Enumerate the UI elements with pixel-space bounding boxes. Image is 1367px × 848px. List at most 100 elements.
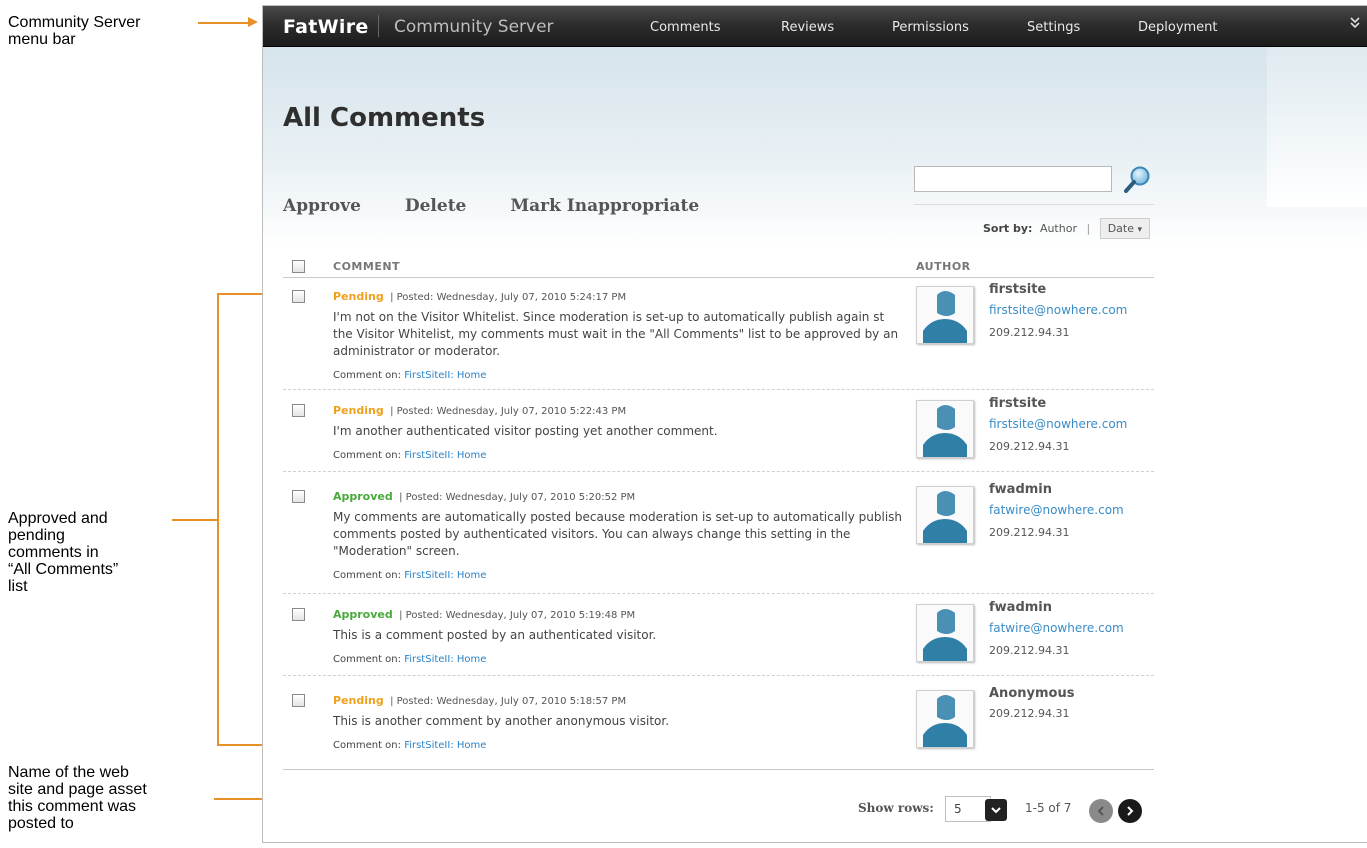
collapse-chevron-icon[interactable] bbox=[1349, 16, 1361, 34]
menu-item-comments[interactable]: Comments bbox=[650, 20, 720, 35]
column-comment: COMMENT bbox=[333, 260, 401, 273]
comment-meta: Pending | Posted: Wednesday, July 07, 20… bbox=[333, 290, 626, 303]
search-input[interactable] bbox=[914, 166, 1112, 192]
delete-button[interactable]: Delete bbox=[405, 196, 467, 216]
author-name[interactable]: fwadmin bbox=[989, 482, 1052, 497]
comment-row: Pending | Posted: Wednesday, July 07, 20… bbox=[283, 686, 1154, 769]
row-checkbox[interactable] bbox=[292, 290, 305, 303]
next-page-icon[interactable] bbox=[1118, 799, 1142, 823]
comment-meta: Approved | Posted: Wednesday, July 07, 2… bbox=[333, 490, 635, 503]
status-badge: Pending bbox=[333, 290, 384, 303]
callout-bracket bbox=[217, 293, 219, 745]
author-ip: 209.212.94.31 bbox=[989, 526, 1070, 539]
posted-date: | Posted: Wednesday, July 07, 2010 5:24:… bbox=[390, 292, 627, 303]
author-ip: 209.212.94.31 bbox=[989, 707, 1070, 720]
author-email[interactable]: firstsite@nowhere.com bbox=[989, 303, 1127, 317]
callout-line bbox=[172, 519, 218, 521]
sort-separator: | bbox=[1086, 222, 1091, 235]
author-name[interactable]: firstsite bbox=[989, 282, 1046, 297]
menu-item-deployment[interactable]: Deployment bbox=[1138, 20, 1218, 35]
author-name[interactable]: Anonymous bbox=[989, 686, 1074, 701]
sort-label: Sort by: bbox=[983, 222, 1033, 235]
approve-button[interactable]: Approve bbox=[283, 196, 361, 216]
avatar bbox=[916, 690, 974, 748]
header-gradient bbox=[263, 47, 1367, 247]
page-title: All Comments bbox=[283, 103, 486, 133]
avatar bbox=[916, 604, 974, 662]
author-ip: 209.212.94.31 bbox=[989, 326, 1070, 339]
comment-on-link[interactable]: FirstSiteII: Home bbox=[404, 740, 486, 751]
author-name[interactable]: firstsite bbox=[989, 396, 1046, 411]
callout-line bbox=[198, 22, 248, 24]
comment-row: Approved | Posted: Wednesday, July 07, 2… bbox=[283, 482, 1154, 594]
callout-arrow bbox=[248, 17, 258, 27]
header-gradient-right bbox=[1267, 47, 1367, 207]
comment-on-link[interactable]: FirstSiteII: Home bbox=[404, 570, 486, 581]
author-email[interactable]: fatwire@nowhere.com bbox=[989, 621, 1124, 635]
comment-on-link[interactable]: FirstSiteII: Home bbox=[404, 654, 486, 665]
comment-on-link[interactable]: FirstSiteII: Home bbox=[404, 370, 486, 381]
comment-on: Comment on: FirstSiteII: Home bbox=[333, 370, 487, 381]
posted-date: | Posted: Wednesday, July 07, 2010 5:18:… bbox=[390, 696, 627, 707]
sort-option-date[interactable]: Date ▾ bbox=[1099, 218, 1151, 239]
callout-comments-label: Approved and pending comments in “All Co… bbox=[8, 510, 119, 595]
comment-text: My comments are automatically posted bec… bbox=[333, 510, 903, 558]
comment-meta: Approved | Posted: Wednesday, July 07, 2… bbox=[333, 608, 635, 621]
status-badge: Approved bbox=[333, 608, 393, 621]
author-ip: 209.212.94.31 bbox=[989, 440, 1070, 453]
comment-on: Comment on: FirstSiteII: Home bbox=[333, 450, 487, 461]
avatar bbox=[916, 286, 974, 344]
author-name[interactable]: fwadmin bbox=[989, 600, 1052, 615]
comment-on-link[interactable]: FirstSiteII: Home bbox=[404, 450, 486, 461]
comment-meta: Pending | Posted: Wednesday, July 07, 20… bbox=[333, 694, 626, 707]
comment-text: I'm another authenticated visitor postin… bbox=[333, 424, 718, 438]
row-checkbox[interactable] bbox=[292, 404, 305, 417]
show-rows-label: Show rows: bbox=[858, 801, 934, 815]
list-footer-divider bbox=[283, 769, 1154, 770]
comments-list-header: COMMENT AUTHOR bbox=[283, 254, 1154, 278]
comment-on: Comment on: FirstSiteII: Home bbox=[333, 570, 487, 581]
author-email[interactable]: firstsite@nowhere.com bbox=[989, 417, 1127, 431]
avatar bbox=[916, 400, 974, 458]
posted-date: | Posted: Wednesday, July 07, 2010 5:20:… bbox=[399, 492, 636, 503]
comment-text: This is a comment posted by an authentic… bbox=[333, 628, 657, 642]
posted-date: | Posted: Wednesday, July 07, 2010 5:19:… bbox=[399, 610, 636, 621]
status-badge: Pending bbox=[333, 694, 384, 707]
author-ip: 209.212.94.31 bbox=[989, 644, 1070, 657]
author-email[interactable]: fatwire@nowhere.com bbox=[989, 503, 1124, 517]
chevron-down-icon[interactable] bbox=[985, 799, 1007, 821]
sort-option-author[interactable]: Author bbox=[1040, 222, 1077, 235]
menu-divider bbox=[378, 15, 379, 37]
select-all-checkbox[interactable] bbox=[292, 260, 305, 273]
comment-meta: Pending | Posted: Wednesday, July 07, 20… bbox=[333, 404, 626, 417]
prev-page-icon[interactable] bbox=[1089, 799, 1113, 823]
sort-divider bbox=[914, 204, 1154, 205]
row-checkbox[interactable] bbox=[292, 608, 305, 621]
app-window: FatWire Community Server Comments Review… bbox=[262, 5, 1367, 843]
status-badge: Approved bbox=[333, 490, 393, 503]
row-checkbox[interactable] bbox=[292, 490, 305, 503]
menu-item-reviews[interactable]: Reviews bbox=[781, 20, 834, 35]
comment-row: Pending | Posted: Wednesday, July 07, 20… bbox=[283, 282, 1154, 390]
fatwire-logo[interactable]: FatWire bbox=[283, 16, 369, 38]
mark-inappropriate-button[interactable]: Mark Inappropriate bbox=[510, 196, 699, 216]
menu-item-permissions[interactable]: Permissions bbox=[892, 20, 969, 35]
menu-item-settings[interactable]: Settings bbox=[1027, 20, 1080, 35]
search-icon[interactable] bbox=[1121, 164, 1153, 196]
row-checkbox[interactable] bbox=[292, 694, 305, 707]
comment-text: I'm not on the Visitor Whitelist. Since … bbox=[333, 310, 899, 358]
callout-site-label: Name of the web site and page asset this… bbox=[8, 764, 147, 832]
dropdown-arrow-icon: ▾ bbox=[1137, 225, 1143, 235]
callout-menubar-label: Community Server menu bar bbox=[8, 14, 141, 48]
status-badge: Pending bbox=[333, 404, 384, 417]
bulk-actions: Approve Delete Mark Inappropriate bbox=[283, 196, 737, 216]
avatar bbox=[916, 486, 974, 544]
comment-on: Comment on: FirstSiteII: Home bbox=[333, 740, 487, 751]
comment-on: Comment on: FirstSiteII: Home bbox=[333, 654, 487, 665]
sort-control: Sort by: Author | Date ▾ bbox=[983, 218, 1151, 239]
posted-date: | Posted: Wednesday, July 07, 2010 5:22:… bbox=[390, 406, 627, 417]
comment-row: Pending | Posted: Wednesday, July 07, 20… bbox=[283, 396, 1154, 472]
column-author: AUTHOR bbox=[916, 260, 971, 273]
product-name: Community Server bbox=[394, 17, 554, 37]
comment-text: This is another comment by another anony… bbox=[333, 714, 670, 728]
